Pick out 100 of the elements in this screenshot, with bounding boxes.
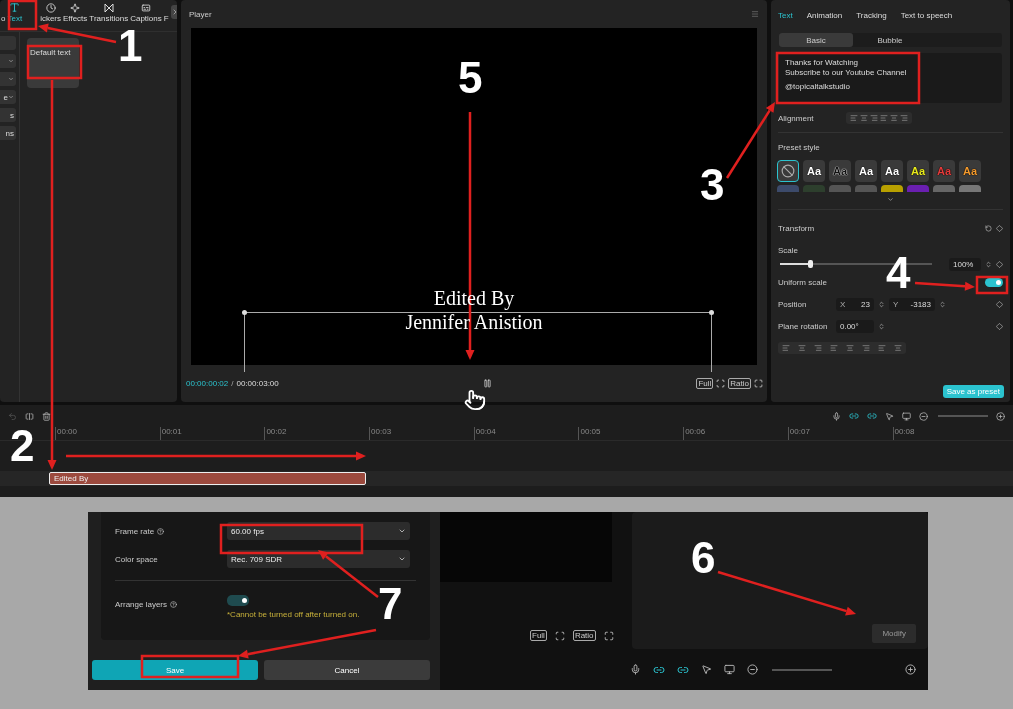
media-tab[interactable]: ickers	[40, 3, 61, 23]
total-time: 00:00:03:00	[236, 379, 279, 388]
monitor-icon[interactable]	[902, 411, 911, 421]
view-button[interactable]: Full	[696, 378, 714, 389]
chevron-down-icon	[8, 58, 14, 64]
pointer-icon[interactable]	[701, 664, 712, 675]
field-label: Color space	[115, 555, 158, 564]
media-tab[interactable]: Captions	[130, 3, 162, 23]
trash-icon[interactable]	[42, 411, 51, 421]
info-icon[interactable]	[170, 601, 178, 608]
selection-frame[interactable]	[244, 312, 712, 372]
view-button[interactable]: Ratio	[572, 630, 596, 641]
chevron-down-icon	[8, 94, 14, 100]
text-style-option[interactable]: Aa	[959, 160, 981, 182]
text-style-option[interactable]: Aa	[855, 160, 877, 182]
stepper-icon[interactable]	[985, 260, 992, 268]
ruler-label: 00:03	[369, 427, 474, 440]
y-field[interactable]: Y -3183	[889, 297, 935, 311]
filter-dropdown[interactable]: e	[0, 90, 16, 104]
dropdown-field[interactable]: 60.00 fps	[227, 522, 410, 540]
view-button[interactable]: Ratio	[728, 378, 751, 389]
filter-label: e	[3, 92, 8, 102]
no-entry-icon	[781, 164, 795, 178]
reset-icon[interactable]	[985, 224, 992, 232]
keyframe-icon[interactable]	[996, 322, 1003, 330]
ruler-label: 00:07	[787, 427, 893, 440]
chevron-down-icon	[398, 527, 406, 535]
position-buttons[interactable]	[778, 342, 906, 354]
media-tab[interactable]: Effects	[63, 3, 88, 23]
field-label: Arrange layers	[115, 600, 168, 609]
cancel-button[interactable]: Cancel	[264, 660, 430, 680]
no-style-option[interactable]	[777, 160, 799, 182]
media-tab[interactable]: o	[1, 3, 6, 23]
step-number: 6	[691, 538, 716, 578]
media-tab[interactable]: F	[163, 3, 169, 23]
text-input[interactable]: Thanks for Watching Subscribe to our Youtube Channel @topicaltalkstudio	[779, 53, 1002, 103]
filter-button[interactable]: ns	[0, 126, 16, 140]
link-icon[interactable]	[849, 411, 859, 421]
subtab[interactable]: Bubble	[853, 33, 927, 47]
alignment-buttons[interactable]	[845, 112, 912, 124]
text-clip[interactable]: Edited By	[49, 472, 366, 485]
field-label: Scale	[778, 245, 798, 255]
clock-icon	[45, 3, 56, 13]
fullscreen-icon[interactable]	[603, 630, 614, 641]
ruler-label: 00:05	[578, 427, 684, 440]
subtab[interactable]: Basic	[779, 33, 853, 47]
microphone-icon[interactable]	[832, 411, 841, 421]
bowtie-icon	[103, 3, 114, 13]
media-tab[interactable]: Transitions	[89, 3, 129, 23]
highlight-frame	[26, 44, 83, 80]
pointer-icon[interactable]	[885, 411, 894, 421]
inspector-tab[interactable]: Tracking	[856, 10, 887, 20]
view-button[interactable]: Full	[530, 630, 547, 641]
captions-icon	[140, 3, 151, 13]
stepper-icon[interactable]	[878, 322, 885, 330]
stepper-icon[interactable]	[878, 300, 885, 308]
text-style-option[interactable]: Aa	[881, 160, 903, 182]
split-icon[interactable]	[25, 411, 34, 421]
highlight-frame	[975, 275, 1009, 295]
zoom-in-icon[interactable]	[905, 664, 916, 675]
zoom-in-icon[interactable]	[996, 411, 1005, 421]
x-field[interactable]: X 23	[836, 297, 874, 311]
filter-button[interactable]: s	[0, 108, 16, 122]
scan-icon[interactable]	[554, 630, 565, 641]
keyframe-icon[interactable]	[996, 260, 1003, 268]
section-title: Preset style	[778, 142, 820, 152]
keyframe-icon[interactable]	[996, 224, 1003, 232]
ruler-label: 00:04	[473, 427, 579, 440]
fullscreen-icon[interactable]	[754, 379, 763, 388]
scan-icon[interactable]	[716, 379, 726, 388]
rotation-field[interactable]: 0.00°	[836, 319, 874, 333]
step-number: 3	[700, 165, 725, 205]
scale-field[interactable]: 100%	[949, 257, 981, 271]
inspector-tab[interactable]: Animation	[806, 10, 843, 20]
next-button[interactable]	[170, 4, 177, 19]
inspector-tab[interactable]: Text	[778, 10, 793, 20]
ruler-label: 00:00	[55, 427, 160, 440]
text-style-option[interactable]: Aa	[907, 160, 929, 182]
warning-note: *Cannot be turned off after turned on.	[227, 610, 360, 619]
zoom-out-icon[interactable]	[919, 411, 928, 421]
expand-icon[interactable]	[887, 195, 894, 203]
step-number: 1	[118, 26, 143, 66]
pause-icon[interactable]	[483, 379, 493, 388]
toggle-switch[interactable]	[985, 277, 1003, 287]
filter-label: ns	[5, 128, 14, 138]
inspector-tab[interactable]: Text to speech	[900, 10, 953, 20]
section-title: Transform	[778, 223, 815, 233]
keyframe-icon[interactable]	[996, 300, 1003, 308]
text-style-option[interactable]: Aa	[803, 160, 825, 182]
info-icon[interactable]	[157, 528, 165, 535]
zoom-out-icon[interactable]	[747, 664, 758, 675]
link-icon[interactable]	[867, 411, 877, 421]
modify-button[interactable]: Modify	[872, 624, 916, 643]
sparkle-icon	[70, 3, 81, 13]
ruler-label: 00:01	[159, 427, 265, 440]
stepper-icon[interactable]	[939, 300, 946, 308]
toggle-switch[interactable]	[227, 595, 249, 606]
field-label: Position	[778, 299, 808, 309]
monitor-icon[interactable]	[724, 664, 735, 675]
microphone-icon[interactable]	[630, 664, 641, 675]
